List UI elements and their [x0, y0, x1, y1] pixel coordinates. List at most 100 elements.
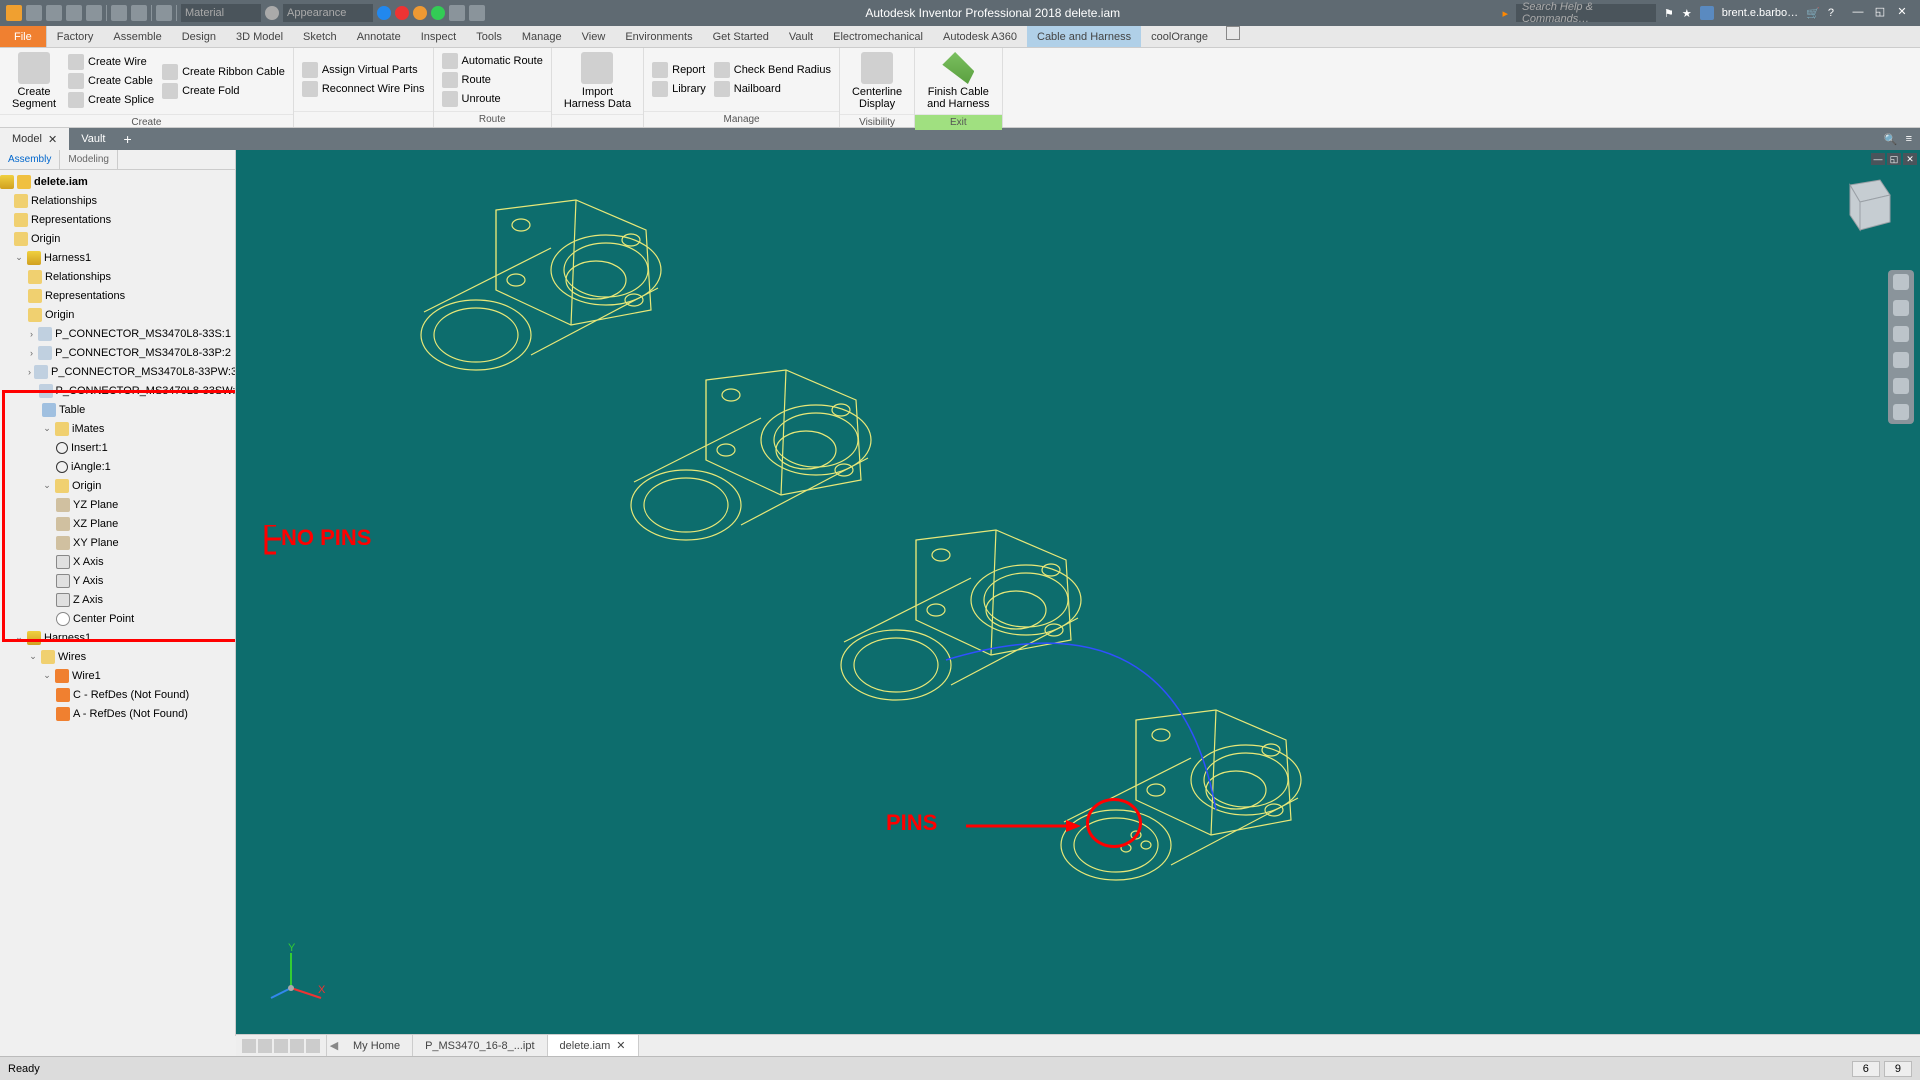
model-tree[interactable]: delete.iam Relationships Representations…	[0, 170, 235, 1036]
ribbon-overflow-icon[interactable]	[1226, 26, 1240, 40]
tab-vault[interactable]: Vault	[779, 26, 823, 47]
create-splice-button[interactable]: Create Splice	[66, 91, 156, 109]
sign-in-icon[interactable]: ⚑	[1664, 7, 1674, 20]
tree-iangle1[interactable]: iAngle:1	[0, 457, 235, 476]
tab-a360[interactable]: Autodesk A360	[933, 26, 1027, 47]
tab-tools[interactable]: Tools	[466, 26, 512, 47]
tree-h1-relationships[interactable]: Relationships	[0, 267, 235, 286]
collapse-icon[interactable]: ⌄	[28, 385, 36, 396]
panel-search-icon[interactable]: 🔍	[1884, 133, 1898, 146]
tree-xz-plane[interactable]: XZ Plane	[0, 514, 235, 533]
collapse-icon[interactable]: ⌄	[14, 252, 24, 263]
tab-3dmodel[interactable]: 3D Model	[226, 26, 293, 47]
tree-yz-plane[interactable]: YZ Plane	[0, 495, 235, 514]
report-button[interactable]: Report	[650, 61, 708, 79]
tree-wire1[interactable]: ⌄Wire1	[0, 666, 235, 685]
check-bend-radius-button[interactable]: Check Bend Radius	[712, 61, 833, 79]
tab-design[interactable]: Design	[172, 26, 226, 47]
tab-assemble[interactable]: Assemble	[103, 26, 171, 47]
tree-representations[interactable]: Representations	[0, 210, 235, 229]
library-button[interactable]: Library	[650, 80, 708, 98]
tab-scroll-left-icon[interactable]: ◀	[327, 1039, 341, 1052]
tree-origin[interactable]: Origin	[0, 229, 235, 248]
create-ribbon-button[interactable]: Create Ribbon Cable	[160, 63, 287, 81]
doctab-home[interactable]: My Home	[341, 1035, 413, 1056]
tab-environments[interactable]: Environments	[615, 26, 702, 47]
tree-z-axis[interactable]: Z Axis	[0, 590, 235, 609]
tree-harness1-bottom[interactable]: ⌄Harness1	[0, 628, 235, 647]
view-cube[interactable]	[1830, 170, 1900, 240]
tab-manage[interactable]: Manage	[512, 26, 572, 47]
file-tab[interactable]: File	[0, 26, 47, 47]
route-button[interactable]: Route	[440, 71, 545, 89]
cart-icon[interactable]: 🛒	[1806, 7, 1820, 20]
create-cable-button[interactable]: Create Cable	[66, 72, 156, 90]
import-harness-data-button[interactable]: ImportHarness Data	[558, 50, 637, 112]
create-wire-button[interactable]: Create Wire	[66, 53, 156, 71]
restore-button[interactable]: ◱	[1870, 5, 1890, 21]
collapse-icon[interactable]: ⌄	[14, 632, 24, 643]
expand-icon[interactable]: ›	[28, 367, 31, 377]
graphics-viewport[interactable]: — ◱ ✕	[236, 150, 1920, 1036]
browser-tab-modeling[interactable]: Modeling	[60, 150, 118, 169]
nav-orbit-icon[interactable]	[1893, 378, 1909, 394]
tab-annotate[interactable]: Annotate	[347, 26, 411, 47]
tab-getstarted[interactable]: Get Started	[703, 26, 779, 47]
swatch-green[interactable]	[431, 6, 445, 20]
redo-icon[interactable]	[86, 5, 102, 21]
vp-minimize-button[interactable]: —	[1871, 153, 1885, 165]
tree-harness1[interactable]: ⌄Harness1	[0, 248, 235, 267]
mode-5-icon[interactable]	[306, 1039, 320, 1053]
tree-connector-2[interactable]: ›P_CONNECTOR_MS3470L8-33P:2	[0, 343, 235, 362]
vp-close-button[interactable]: ✕	[1903, 153, 1917, 165]
material-swatch[interactable]	[265, 6, 279, 20]
fx-icon[interactable]	[449, 5, 465, 21]
open-icon[interactable]	[26, 5, 42, 21]
search-input[interactable]: Search Help & Commands…	[1516, 4, 1656, 22]
home-icon[interactable]	[111, 5, 127, 21]
close-button[interactable]: ✕	[1892, 5, 1912, 21]
collapse-icon[interactable]: ⌄	[42, 423, 52, 434]
doctab-part[interactable]: P_MS3470_16-8_...ipt	[413, 1035, 547, 1056]
tree-y-axis[interactable]: Y Axis	[0, 571, 235, 590]
browser-tab-assembly[interactable]: Assembly	[0, 150, 60, 169]
collapse-icon[interactable]: ⌄	[28, 651, 38, 662]
app-icon[interactable]	[6, 5, 22, 21]
panel-tab-model[interactable]: Model✕	[0, 128, 69, 150]
select-icon[interactable]	[156, 5, 172, 21]
nav-zoom-icon[interactable]	[1893, 352, 1909, 368]
undo-icon[interactable]	[66, 5, 82, 21]
create-segment-button[interactable]: CreateSegment	[6, 50, 62, 112]
tree-imates[interactable]: ⌄iMates	[0, 419, 235, 438]
nav-fullnav-icon[interactable]	[1893, 300, 1909, 316]
tab-coolorange[interactable]: coolOrange	[1141, 26, 1218, 47]
appearance-dropdown[interactable]: Appearance	[283, 4, 373, 22]
close-tab-icon[interactable]: ✕	[616, 1039, 625, 1052]
nav-lookat-icon[interactable]	[1893, 404, 1909, 420]
team-icon[interactable]	[131, 5, 147, 21]
tree-insert1[interactable]: Insert:1	[0, 438, 235, 457]
nav-home-icon[interactable]	[1893, 274, 1909, 290]
unroute-button[interactable]: Unroute	[440, 90, 545, 108]
swatch-blue[interactable]	[377, 6, 391, 20]
tab-sketch[interactable]: Sketch	[293, 26, 347, 47]
doctab-delete[interactable]: delete.iam✕	[548, 1035, 639, 1056]
panel-tab-vault[interactable]: Vault	[69, 128, 117, 150]
plus-icon[interactable]	[469, 5, 485, 21]
tree-center-point[interactable]: Center Point	[0, 609, 235, 628]
tree-root[interactable]: delete.iam	[0, 172, 235, 191]
mode-4-icon[interactable]	[290, 1039, 304, 1053]
tab-view[interactable]: View	[572, 26, 616, 47]
collapse-icon[interactable]: ⌄	[42, 480, 52, 491]
swatch-orange[interactable]	[413, 6, 427, 20]
tree-c4-origin[interactable]: ⌄Origin	[0, 476, 235, 495]
close-panel-icon[interactable]: ✕	[48, 133, 57, 146]
tree-wires[interactable]: ⌄Wires	[0, 647, 235, 666]
tree-relationships[interactable]: Relationships	[0, 191, 235, 210]
mode-2-icon[interactable]	[258, 1039, 272, 1053]
help-icon[interactable]: ?	[1828, 7, 1834, 19]
user-name[interactable]: brent.e.barbo…	[1722, 7, 1798, 19]
vp-restore-button[interactable]: ◱	[1887, 153, 1901, 165]
tree-x-axis[interactable]: X Axis	[0, 552, 235, 571]
centerline-display-button[interactable]: CenterlineDisplay	[846, 50, 908, 112]
